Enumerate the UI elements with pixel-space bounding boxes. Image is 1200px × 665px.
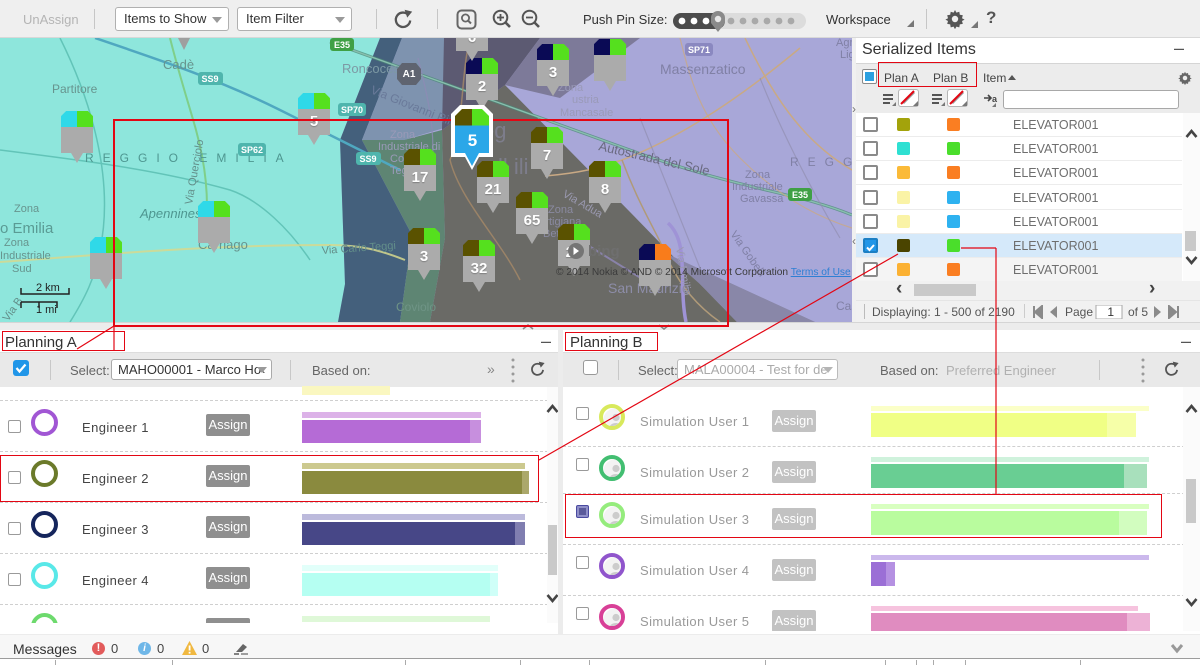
svg-text:Massenzatico: Massenzatico [660,61,746,77]
svg-text:of 5: of 5 [1128,305,1148,319]
svg-text:Gavassa: Gavassa [740,193,784,205]
svg-text:Apennines: Apennines [139,206,202,221]
svg-text:bing: bing [588,243,620,260]
svg-text:Agrico: Agrico [836,38,852,49]
svg-text:Zona: Zona [745,169,771,181]
svg-text:Sud: Sud [12,263,32,275]
svg-text:Industriale: Industriale [0,250,51,262]
svg-text:Roncocesi: Roncocesi [342,61,403,76]
svg-text:1: 1 [1107,305,1114,319]
svg-text:Cadè: Cadè [163,57,194,72]
svg-text:Zona: Zona [14,203,40,215]
svg-text:Partitore: Partitore [52,82,98,96]
svg-text:o Emilia: o Emilia [0,220,54,237]
svg-text:SS9: SS9 [201,74,218,84]
svg-text:Ligab: Ligab [840,49,852,61]
svg-text:SS9: SS9 [359,154,376,164]
svg-text:Castellaz: Castellaz [836,299,852,313]
svg-text:ustria: ustria [572,94,600,106]
svg-text:5: 5 [468,131,477,150]
svg-text:Page: Page [1065,305,1093,319]
svg-text:REGG: REGG [790,155,852,169]
svg-text:E35: E35 [792,190,808,200]
svg-text:a: a [992,94,998,104]
svg-text:Coviolo: Coviolo [396,300,436,314]
svg-text:SP70: SP70 [341,105,363,115]
svg-text:Zona: Zona [4,237,30,249]
svg-text:A1: A1 [403,69,416,80]
svg-text:Mancasale: Mancasale [560,107,613,119]
svg-text:Industriale: Industriale [732,181,783,193]
svg-text:1 mi: 1 mi [36,304,57,316]
svg-text:Zona: Zona [548,204,574,216]
svg-text:Zona: Zona [390,129,416,141]
svg-text:SP71: SP71 [688,45,710,55]
svg-text:E35: E35 [334,40,350,50]
svg-text:2 km: 2 km [36,282,60,294]
svg-text:SP62: SP62 [241,145,263,155]
